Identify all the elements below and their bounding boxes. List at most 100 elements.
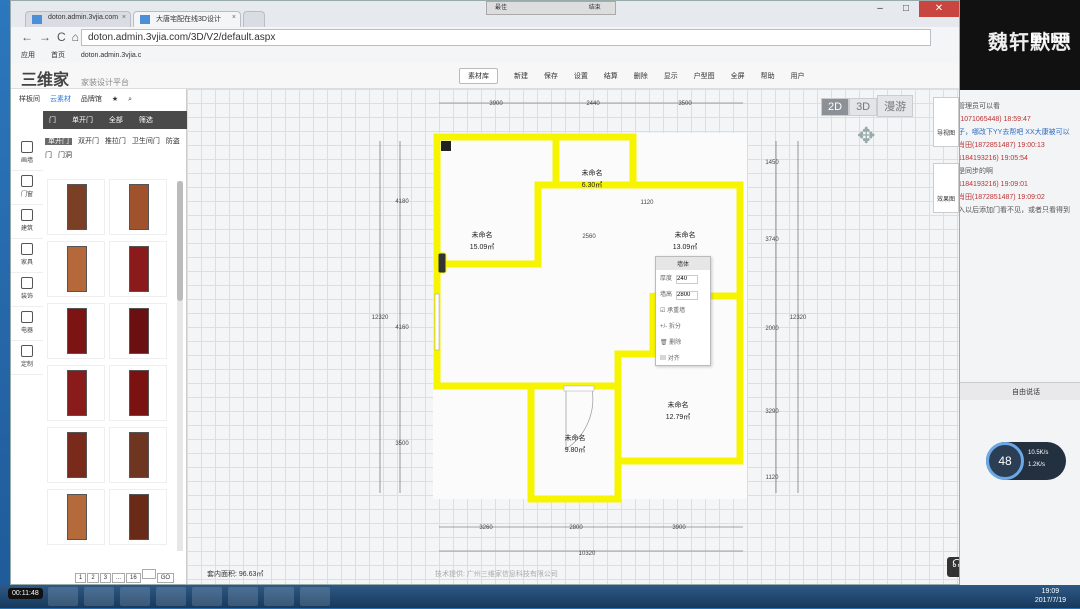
delete-option[interactable]: 🗑 删除 bbox=[656, 334, 710, 350]
door-thumbnail[interactable] bbox=[47, 179, 105, 235]
app-icon[interactable] bbox=[84, 587, 114, 606]
new-tab-button[interactable] bbox=[243, 11, 265, 27]
page-3[interactable]: 3 bbox=[99, 573, 112, 583]
chat-toolbar[interactable]: 自由说话 bbox=[958, 382, 1080, 400]
checkout-button[interactable]: 结算 bbox=[604, 71, 618, 81]
nav-building[interactable]: 建筑 bbox=[11, 205, 43, 239]
page-2[interactable]: 2 bbox=[87, 573, 99, 583]
align-option[interactable]: ▤ 对齐 bbox=[656, 350, 710, 366]
dim-left-total: 12320 bbox=[372, 315, 389, 321]
app-icon[interactable] bbox=[192, 587, 222, 606]
tab-cloud-material[interactable]: 云素材 bbox=[50, 96, 71, 103]
free-talk-label[interactable]: 自由说话 bbox=[1012, 389, 1040, 396]
mode-walkthrough[interactable]: 漫游 bbox=[877, 95, 914, 117]
floorplan-drawing[interactable]: 未命名 15.09㎡ 未命名 6.30㎡ 未命名 13.09㎡ 未命名 12.7… bbox=[187, 89, 959, 584]
page-input[interactable] bbox=[141, 569, 156, 579]
clock-date: 2017/7/19 bbox=[1034, 597, 1066, 604]
bookmark-home[interactable]: 首页 bbox=[51, 52, 65, 59]
recorder-btn[interactable]: 最佳 bbox=[495, 5, 507, 11]
filter-type[interactable]: 门 bbox=[49, 117, 56, 124]
load-bearing-option[interactable]: ☑ 承重墙 bbox=[656, 302, 710, 318]
category-door-opening[interactable]: 门洞 bbox=[58, 152, 72, 159]
tab-brand-hall[interactable]: 品牌馆 bbox=[81, 96, 102, 103]
thickness-input[interactable] bbox=[676, 274, 699, 284]
headset-icon[interactable]: ☊ bbox=[947, 557, 959, 577]
dim-right-3: 2000 bbox=[765, 326, 779, 332]
door-thumbnail[interactable] bbox=[47, 303, 105, 359]
door-thumbnail[interactable] bbox=[109, 427, 167, 483]
bookmark-apps[interactable]: 应用 bbox=[21, 52, 35, 59]
close-icon[interactable]: × bbox=[232, 14, 236, 21]
door-thumbnail[interactable] bbox=[109, 179, 167, 235]
material-library-button[interactable]: 素材库 bbox=[459, 68, 498, 84]
settings-button[interactable]: 设置 bbox=[574, 71, 588, 81]
height-input[interactable] bbox=[676, 290, 699, 300]
maximize-icon[interactable]: □ bbox=[893, 1, 919, 17]
page-16[interactable]: 16 bbox=[126, 573, 141, 583]
app-icon[interactable] bbox=[120, 587, 150, 606]
new-button[interactable]: 新建 bbox=[514, 71, 528, 81]
floorplan-button[interactable]: 户型图 bbox=[694, 71, 715, 81]
split-option[interactable]: +/- 拆分 bbox=[656, 318, 710, 334]
door-thumbnail[interactable] bbox=[109, 303, 167, 359]
category-sliding-door[interactable]: 推拉门 bbox=[105, 138, 126, 145]
nav-draw-wall[interactable]: 画墙 bbox=[11, 137, 43, 171]
chrome-icon[interactable] bbox=[48, 587, 78, 606]
star-icon[interactable]: ★ bbox=[112, 96, 118, 103]
nav-decor[interactable]: 装饰 bbox=[11, 273, 43, 307]
door-thumbnail[interactable] bbox=[109, 489, 167, 545]
close-icon[interactable]: × bbox=[122, 14, 126, 21]
app-icon[interactable] bbox=[228, 587, 258, 606]
nav-appliance[interactable]: 电器 bbox=[11, 307, 43, 341]
nav-buttons[interactable]: ←→C⌂ bbox=[21, 30, 85, 44]
browser-tab[interactable]: doton.admin.3vjia.com × bbox=[25, 11, 131, 27]
door-thumbnail[interactable] bbox=[47, 241, 105, 297]
display-button[interactable]: 显示 bbox=[664, 71, 678, 81]
system-clock[interactable]: 19:09 2017/7/19 bbox=[1035, 587, 1066, 605]
mode-3d[interactable]: 3D bbox=[849, 98, 878, 116]
navigation-compass-icon[interactable]: ✥ bbox=[857, 123, 875, 149]
door-thumbnail[interactable] bbox=[109, 241, 167, 297]
url-field[interactable]: doton.admin.3vjia.com/3D/V2/default.aspx bbox=[81, 29, 931, 46]
minimize-icon[interactable]: – bbox=[867, 1, 893, 17]
app-icon[interactable] bbox=[264, 587, 294, 606]
help-button[interactable]: 帮助 bbox=[761, 71, 775, 81]
door-thumbnail[interactable] bbox=[47, 489, 105, 545]
user-menu[interactable]: 用户 bbox=[791, 71, 805, 81]
door-thumbnail[interactable] bbox=[109, 365, 167, 421]
filter-subtype[interactable]: 单开门 bbox=[72, 117, 93, 124]
category-double-door[interactable]: 双开门 bbox=[78, 138, 99, 145]
filter-button[interactable]: 筛选 bbox=[139, 117, 153, 124]
filter-all[interactable]: 全部 bbox=[109, 117, 123, 124]
nav-furniture[interactable]: 家具 bbox=[11, 239, 43, 273]
nav-doors-windows[interactable]: 门窗 bbox=[11, 171, 43, 205]
guide-view-button[interactable]: 导视图 bbox=[933, 97, 959, 147]
fullscreen-button[interactable]: 全屏 bbox=[731, 71, 745, 81]
panel-scrollbar[interactable] bbox=[177, 181, 183, 551]
dim-right-4: 3290 bbox=[765, 409, 779, 415]
door-thumbnail[interactable] bbox=[47, 427, 105, 483]
recorder-stop[interactable]: 结束 bbox=[589, 5, 601, 11]
context-title: 墙体 bbox=[656, 257, 710, 270]
category-bathroom-door[interactable]: 卫生间门 bbox=[132, 138, 160, 145]
mode-2d[interactable]: 2D bbox=[821, 98, 850, 116]
nav-custom[interactable]: 定制 bbox=[11, 341, 43, 375]
design-canvas[interactable]: 未命名 15.09㎡ 未命名 6.30㎡ 未命名 13.09㎡ 未命名 12.7… bbox=[187, 89, 959, 584]
browser-tab-active[interactable]: 大唐宅配在线3D设计 × bbox=[133, 11, 241, 27]
search-icon[interactable]: ⌕ bbox=[128, 96, 132, 103]
checkbox-icon[interactable]: ☑ bbox=[660, 308, 665, 314]
bookmark-site[interactable]: doton.admin.3vjia.c bbox=[81, 52, 141, 59]
thickness-row: 厚度 bbox=[656, 270, 710, 286]
app-icon[interactable] bbox=[156, 587, 186, 606]
close-window-icon[interactable]: ✕ bbox=[919, 1, 959, 17]
upload-speed: 10.5K/s bbox=[1028, 450, 1049, 456]
tab-sample-room[interactable]: 样板间 bbox=[19, 96, 40, 103]
category-single-door[interactable]: 单开门 bbox=[45, 138, 72, 145]
page-go[interactable]: GO bbox=[156, 573, 175, 583]
render-view-button[interactable]: 效果图 bbox=[933, 163, 959, 213]
app-icon[interactable] bbox=[300, 587, 330, 606]
delete-button[interactable]: 删除 bbox=[634, 71, 648, 81]
page-1[interactable]: 1 bbox=[75, 573, 87, 583]
save-button[interactable]: 保存 bbox=[544, 71, 558, 81]
door-thumbnail[interactable] bbox=[47, 365, 105, 421]
